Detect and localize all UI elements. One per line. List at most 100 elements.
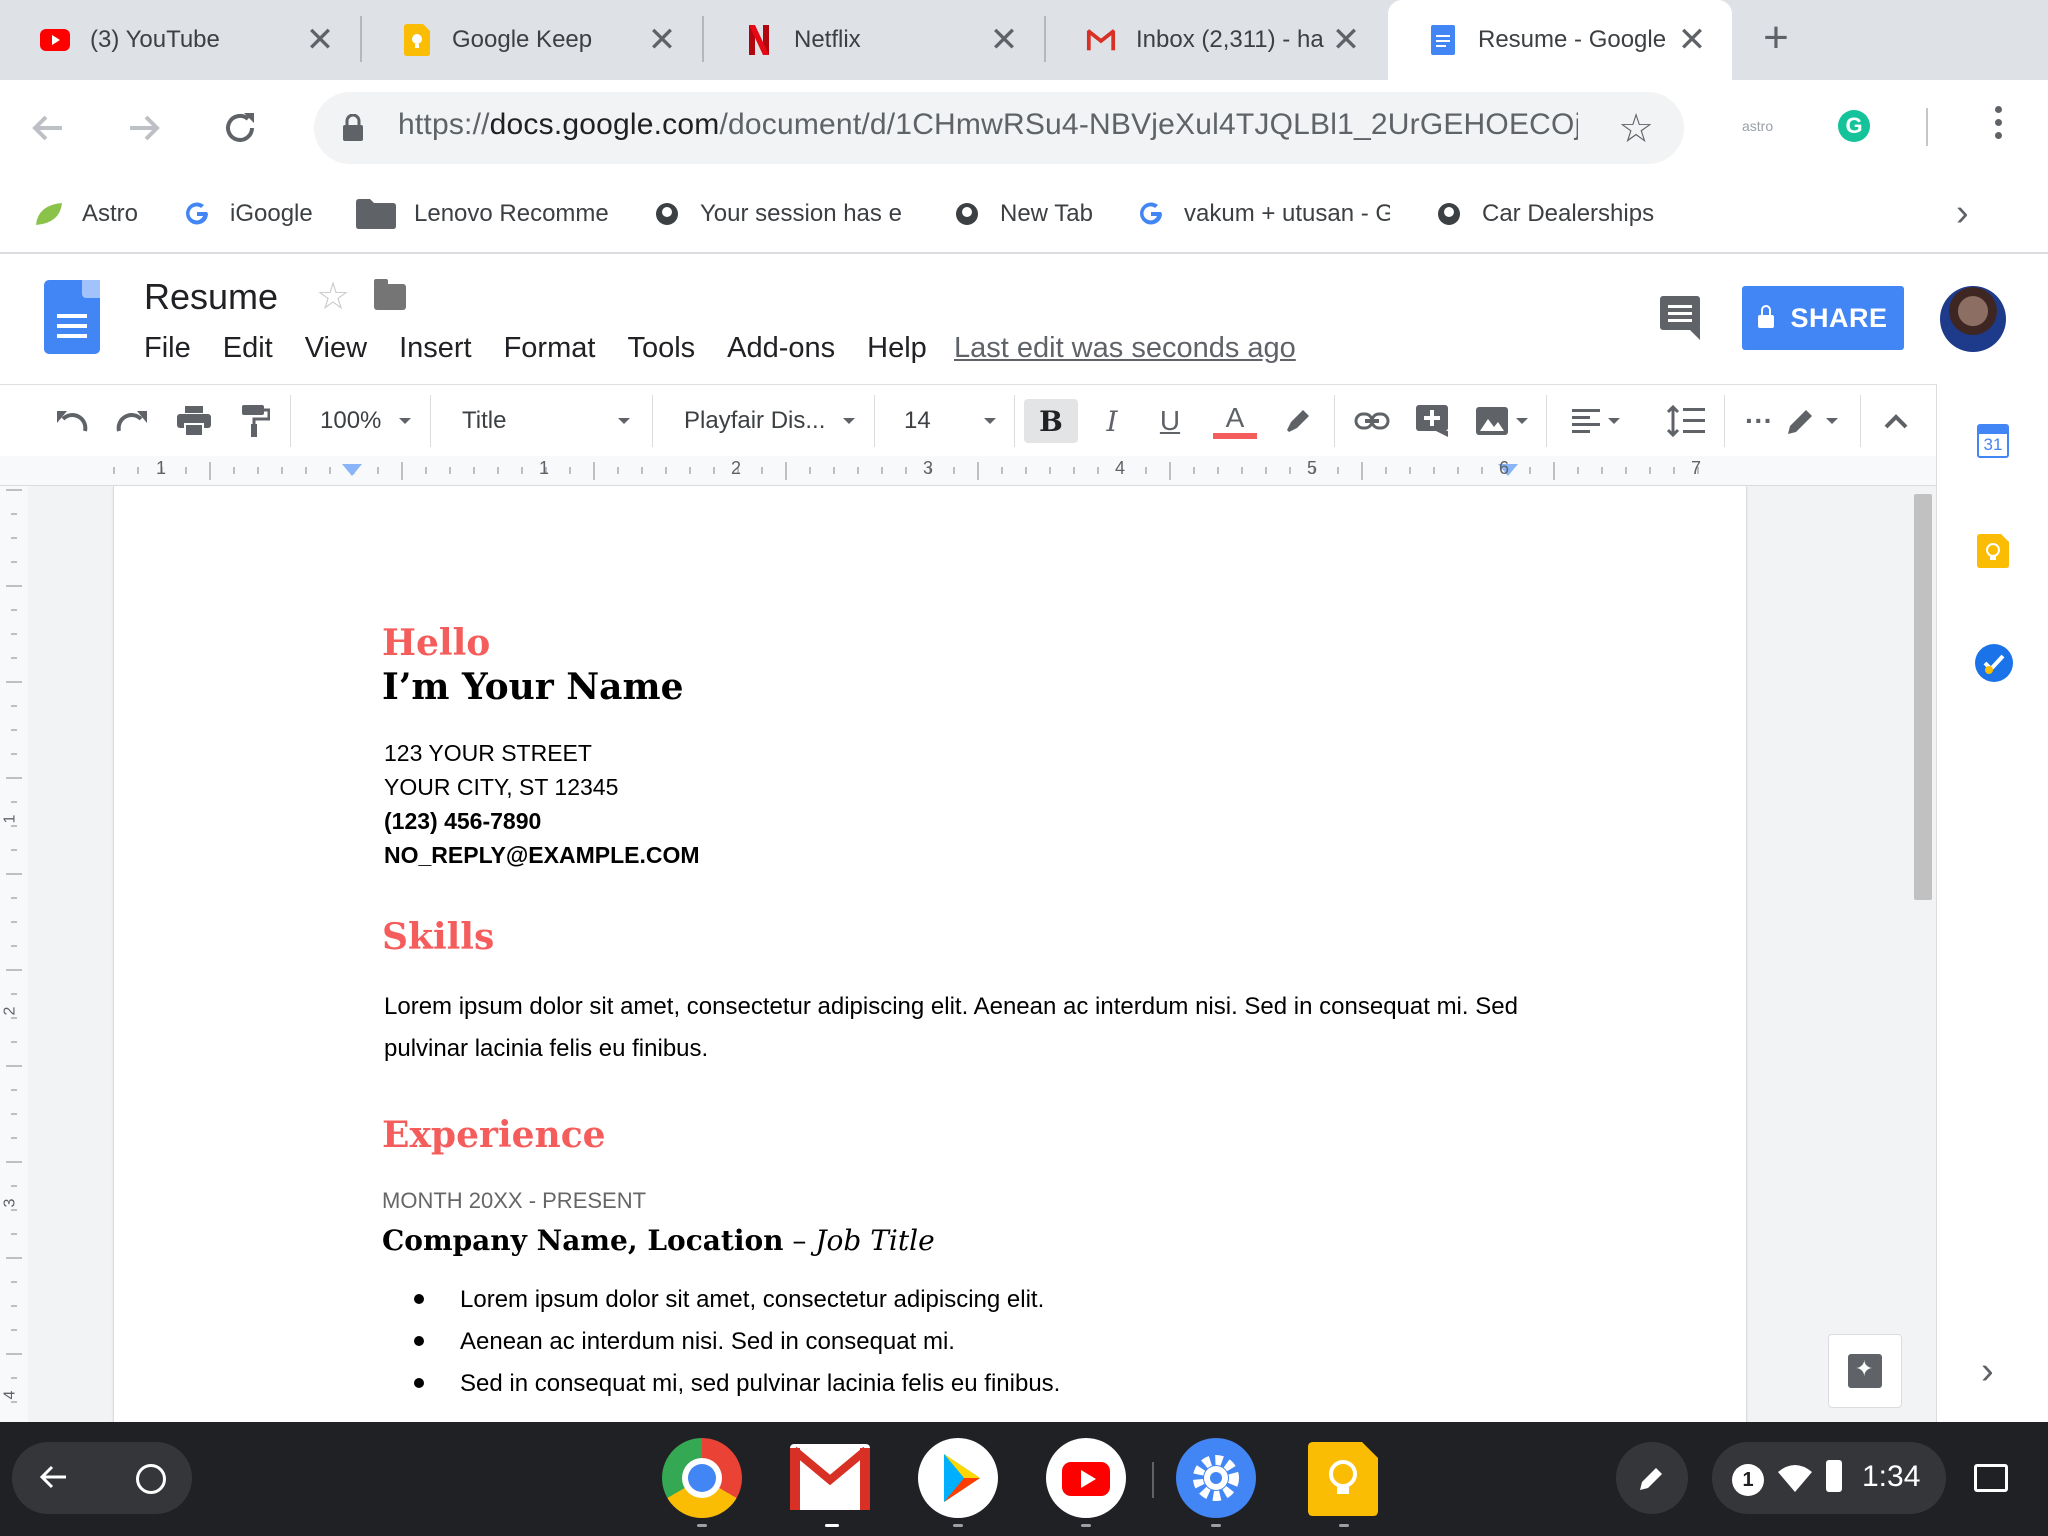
calendar-icon[interactable]: 31 [1977,424,2009,458]
overview-icon[interactable] [1974,1464,2008,1492]
folder-icon[interactable] [374,279,406,310]
experience-date[interactable]: MONTH 20XX - PRESENT [382,1188,646,1214]
left-indent-marker[interactable] [342,464,362,476]
forward-button[interactable] [116,100,172,156]
add-comment-icon[interactable] [1410,399,1454,443]
chrome-icon[interactable] [662,1438,742,1518]
astro-extension[interactable]: astro [1742,118,1773,134]
link-icon[interactable] [1350,399,1394,443]
undo-icon[interactable] [50,399,94,443]
bookmark-vakum[interactable]: vakum + utusan - G [1136,194,1390,234]
browser-menu-icon[interactable] [1990,106,2006,145]
vertical-ruler[interactable]: 1 2 3 4 [0,486,28,1422]
close-tab-icon[interactable]: ✕ [1328,22,1364,58]
bold-button[interactable]: B [1024,399,1078,443]
skills-paragraph[interactable]: Lorem ipsum dolor sit amet, consectetur … [384,986,1534,1070]
tab-gmail[interactable]: Inbox (2,311) - ha ✕ [1046,0,1386,80]
zoom-select[interactable]: 100% [320,399,412,443]
insert-image-button[interactable] [1470,399,1534,443]
menu-file[interactable]: File [144,332,191,365]
address-line-2[interactable]: YOUR CITY, ST 12345 [384,774,618,801]
highlight-pen-icon[interactable] [1276,399,1320,443]
more-icon[interactable]: ··· [1744,399,1774,443]
notification-badge[interactable]: 1 [1732,1464,1764,1496]
print-icon[interactable] [172,399,216,443]
account-avatar[interactable] [1940,286,2006,352]
chevron-right-icon[interactable]: › [1956,192,1969,235]
youtube-icon[interactable] [1046,1438,1126,1518]
menu-addons[interactable]: Add-ons [727,332,835,365]
list-item[interactable]: Sed in consequat mi, sed pulvinar lacini… [414,1370,1060,1398]
grammarly-extension-icon[interactable]: G [1838,110,1870,142]
menu-edit[interactable]: Edit [223,332,273,365]
close-tab-icon[interactable]: ✕ [1674,22,1710,58]
bookmark-star-icon[interactable]: ☆ [1618,106,1654,152]
docs-logo-icon[interactable] [44,280,100,354]
address-line-1[interactable]: 123 YOUR STREET [384,740,592,767]
name-heading[interactable]: I’m Your Name [382,666,683,708]
line-spacing-icon[interactable] [1664,399,1708,443]
tab-youtube[interactable]: (3) YouTube ✕ [0,0,360,80]
bookmark-new-tab[interactable]: New Tab [952,194,1093,234]
settings-icon[interactable] [1176,1438,1256,1518]
tasks-icon[interactable] [1975,644,2013,687]
close-tab-icon[interactable]: ✕ [644,22,680,58]
chevron-right-icon[interactable]: › [1981,1350,1994,1393]
last-edit-link[interactable]: Last edit was seconds ago [954,332,1296,365]
gmail-icon[interactable] [790,1444,870,1515]
menu-tools[interactable]: Tools [627,332,695,365]
tab-resume-docs[interactable]: Resume - Google D ✕ [1388,0,1732,80]
lock-icon[interactable] [342,113,364,147]
font-size-select[interactable]: 14 [904,399,996,443]
skills-heading[interactable]: Skills [382,916,494,958]
tab-netflix[interactable]: Netflix ✕ [704,0,1044,80]
menu-help[interactable]: Help [867,332,927,365]
close-tab-icon[interactable]: ✕ [302,22,338,58]
new-tab-button[interactable]: + [1756,14,1796,62]
italic-button[interactable]: I [1090,399,1134,443]
comments-icon[interactable] [1660,296,1700,340]
reload-button[interactable] [212,100,268,156]
bookmark-car-dealerships[interactable]: Car Dealerships [1434,194,1654,234]
paragraph-style-select[interactable]: Title [462,399,630,443]
menu-format[interactable]: Format [504,332,596,365]
star-icon[interactable]: ☆ [316,274,350,319]
editing-mode-button[interactable] [1780,399,1844,443]
menu-insert[interactable]: Insert [399,332,472,365]
stylus-tools-button[interactable] [1616,1442,1688,1514]
font-select[interactable]: Playfair Dis... [684,399,856,443]
bookmark-session[interactable]: Your session has e [652,194,912,234]
back-button[interactable] [20,100,76,156]
phone-number[interactable]: (123) 456-7890 [384,808,541,835]
list-item[interactable]: Lorem ipsum dolor sit amet, consectetur … [414,1286,1044,1314]
address-bar[interactable]: https://docs.google.com/document/d/1CHmw… [314,92,1684,164]
menu-view[interactable]: View [305,332,367,365]
document-title[interactable]: Resume [144,276,278,318]
collapse-menus-icon[interactable] [1874,399,1918,443]
keep-icon[interactable] [1977,534,2009,573]
vertical-scrollbar[interactable] [1914,494,1932,900]
bookmark-lenovo-folder[interactable]: Lenovo Recomme [356,194,610,234]
explore-button[interactable] [1828,1334,1902,1408]
paint-format-icon[interactable] [234,399,278,443]
share-button[interactable]: SHARE [1742,286,1904,350]
tab-google-keep[interactable]: Google Keep ✕ [362,0,702,80]
email-address[interactable]: NO_REPLY@EXAMPLE.COM [384,842,700,869]
underline-button[interactable]: U [1148,399,1192,443]
horizontal-ruler[interactable]: 1 1 2 3 4 5 6 7 [0,456,1936,486]
close-tab-icon[interactable]: ✕ [986,22,1022,58]
experience-heading[interactable]: Experience [382,1114,606,1156]
align-button[interactable] [1568,399,1624,443]
list-item[interactable]: Aenean ac interdum nisi. Sed in consequa… [414,1328,955,1356]
keep-icon[interactable] [1308,1442,1378,1521]
clock-time[interactable]: 1:34 [1862,1460,1920,1494]
bookmark-igoogle[interactable]: iGoogle [182,194,313,234]
bookmark-astro[interactable]: Astro [34,194,138,234]
redo-icon[interactable] [110,399,154,443]
document-page[interactable]: Hello I’m Your Name 123 YOUR STREET YOUR… [114,486,1746,1446]
play-store-icon[interactable] [918,1438,998,1518]
home-circle-icon[interactable] [136,1464,166,1494]
experience-job-line[interactable]: Company Name, Location – Job Title [382,1224,935,1257]
greeting-heading[interactable]: Hello [382,622,490,664]
back-arrow-icon[interactable] [38,1462,68,1497]
